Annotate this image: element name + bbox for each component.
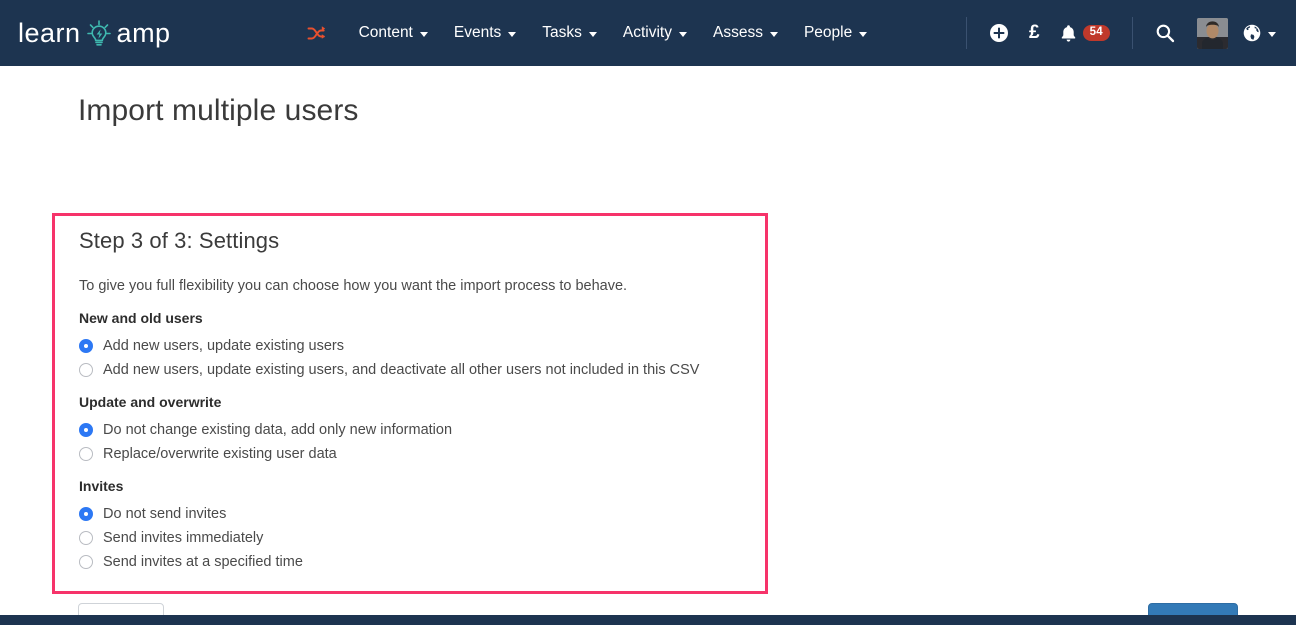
step-title: Step 3 of 3: Settings (79, 228, 280, 253)
bell-icon (1061, 24, 1075, 42)
nav-item-assess[interactable]: Assess (700, 18, 791, 48)
globe-icon (1243, 24, 1261, 42)
nav-item-tasks-label: Tasks (542, 24, 582, 41)
radio-indicator[interactable] (79, 531, 93, 546)
radio-indicator[interactable] (79, 423, 93, 438)
top-navbar: learn amp Content Events Tasks Activity … (0, 0, 1296, 66)
import-settings-panel: Step 3 of 3: Settings To give you full f… (52, 213, 768, 594)
notifications-button[interactable]: 54 (1050, 20, 1120, 47)
radio-option-add-update-deactivate[interactable]: Add new users, update existing users, an… (79, 362, 741, 378)
pound-sterling-icon[interactable]: £ (1019, 18, 1050, 48)
option-group-invites: Invites Do not send invites Send invites… (79, 478, 741, 570)
shuffle-icon[interactable] (307, 25, 326, 42)
lightbulb-icon (82, 17, 116, 51)
option-group-update-and-overwrite: Update and overwrite Do not change exist… (79, 394, 741, 462)
page-title: Import multiple users (78, 94, 359, 127)
radio-indicator[interactable] (79, 363, 93, 378)
nav-item-events-label: Events (453, 24, 502, 41)
radio-indicator[interactable] (79, 507, 93, 522)
nav-item-activity-label: Activity (622, 24, 672, 41)
radio-option-replace-overwrite[interactable]: Replace/overwrite existing user data (79, 446, 741, 462)
main-menu: Content Events Tasks Activity Assess Peo… (307, 18, 881, 48)
brand-text-left: learn (18, 17, 81, 48)
brand-text-right: amp (116, 17, 171, 48)
radio-label: Send invites at a specified time (103, 554, 303, 571)
group-label: New and old users (79, 310, 203, 327)
nav-item-tasks[interactable]: Tasks (529, 18, 610, 48)
plus-circle-icon[interactable] (979, 19, 1019, 47)
nav-item-events[interactable]: Events (441, 18, 529, 48)
nav-item-people[interactable]: People (791, 18, 880, 48)
radio-label: Add new users, update existing users (103, 338, 344, 355)
radio-option-do-not-change[interactable]: Do not change existing data, add only ne… (79, 422, 741, 438)
chevron-down-icon (678, 31, 687, 37)
group-label: Update and overwrite (79, 394, 222, 411)
radio-indicator[interactable] (79, 339, 93, 354)
avatar[interactable] (1197, 17, 1228, 49)
radio-label: Add new users, update existing users, an… (103, 362, 700, 379)
radio-option-invites-specified-time[interactable]: Send invites at a specified time (79, 554, 741, 570)
page-content: Import multiple users Step 3 of 3: Setti… (0, 66, 1296, 625)
language-selector[interactable] (1234, 19, 1282, 47)
pound-symbol: £ (1029, 22, 1040, 43)
nav-divider (1132, 17, 1133, 49)
radio-label: Do not send invites (103, 506, 227, 523)
radio-indicator[interactable] (79, 555, 93, 570)
chevron-down-icon (1268, 31, 1276, 37)
nav-item-content[interactable]: Content (346, 18, 441, 48)
radio-label: Do not change existing data, add only ne… (103, 422, 453, 439)
brand-logo[interactable]: learn amp (18, 16, 171, 50)
nav-item-activity[interactable]: Activity (610, 18, 700, 48)
notification-badge: 54 (1082, 24, 1110, 42)
radio-label: Send invites immediately (103, 530, 264, 547)
nav-item-people-label: People (803, 24, 853, 41)
radio-option-invites-immediately[interactable]: Send invites immediately (79, 530, 741, 546)
group-label: Invites (79, 478, 124, 495)
chevron-down-icon (508, 31, 517, 37)
nav-item-assess-label: Assess (712, 24, 763, 41)
radio-label: Replace/overwrite existing user data (103, 446, 337, 463)
option-group-new-and-old-users: New and old users Add new users, update … (79, 310, 741, 378)
chevron-down-icon (419, 31, 428, 37)
intro-text: To give you full flexibility you can cho… (79, 278, 628, 294)
radio-indicator[interactable] (79, 447, 93, 462)
footer-bar (0, 615, 1296, 625)
nav-item-content-label: Content (358, 24, 413, 41)
search-icon[interactable] (1145, 19, 1185, 47)
nav-divider (966, 17, 968, 49)
radio-option-no-invites[interactable]: Do not send invites (79, 506, 741, 522)
navbar-actions: £ 54 (954, 17, 1282, 49)
chevron-down-icon (769, 31, 778, 37)
chevron-down-icon (859, 31, 868, 37)
radio-option-add-update[interactable]: Add new users, update existing users (79, 338, 741, 354)
chevron-down-icon (588, 31, 597, 37)
